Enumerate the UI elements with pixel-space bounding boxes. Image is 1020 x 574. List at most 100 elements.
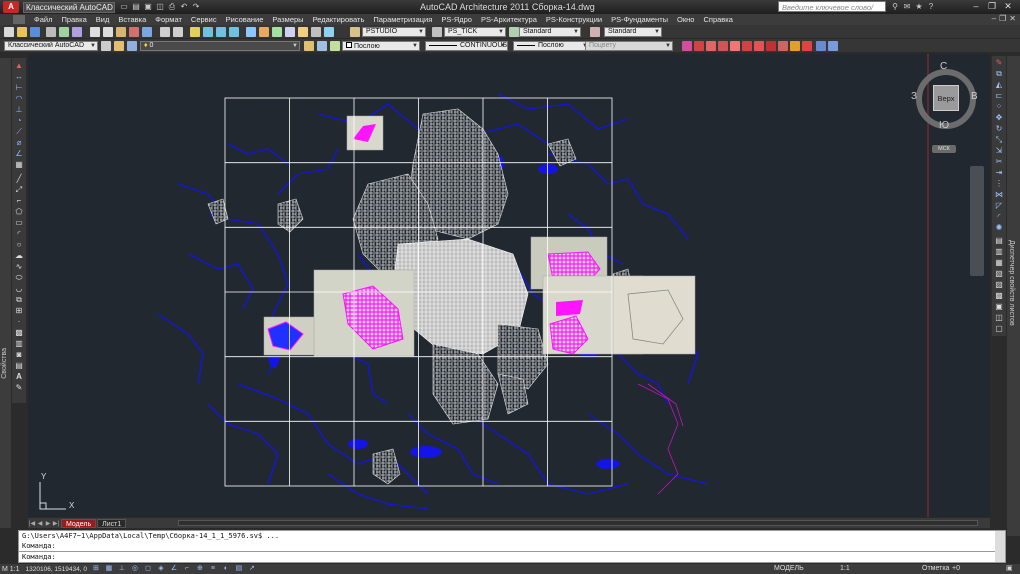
ducs-icon[interactable]: ⌐ <box>182 565 192 573</box>
layer-properties-icon[interactable] <box>114 41 124 51</box>
binoculars-icon[interactable]: ⚲ <box>890 1 900 12</box>
tab-sheet1[interactable]: Лист1 <box>97 518 127 528</box>
first-tab-icon[interactable]: |◀ <box>28 520 36 527</box>
zoom-realtime-icon[interactable] <box>203 27 213 37</box>
calculator-icon[interactable] <box>311 27 321 37</box>
make-block-icon[interactable]: ⊞ <box>14 306 24 315</box>
array-icon[interactable]: ⁘ <box>994 102 1004 111</box>
mtext-icon[interactable]: A <box>14 372 24 381</box>
save-icon[interactable]: ▣ <box>143 2 153 12</box>
table-style-select[interactable]: Standard ▼ <box>519 27 581 37</box>
help-icon[interactable]: ? <box>926 1 936 12</box>
mleader-style-select[interactable]: Standard ▼ <box>604 27 662 37</box>
dim-style-select[interactable]: PS_TICK ▼ <box>444 27 506 37</box>
text-style-icon[interactable] <box>350 27 360 37</box>
ortho-icon[interactable]: ⊥ <box>117 565 127 573</box>
text-style-select[interactable]: PSTUDIO ▼ <box>362 27 426 37</box>
save-file-icon[interactable] <box>30 27 40 37</box>
menu-help[interactable]: Справка <box>703 15 732 24</box>
tab-model[interactable]: Модель <box>61 518 97 528</box>
model-space-toggle[interactable]: МОДЕЛЬ <box>774 564 804 574</box>
gradient-icon[interactable]: ▥ <box>14 339 24 348</box>
ps-stair-icon[interactable] <box>766 41 776 51</box>
cut-icon[interactable] <box>90 27 100 37</box>
document-icon[interactable] <box>13 15 25 24</box>
menu-file[interactable]: Файл <box>34 15 52 24</box>
menu-ps-structures[interactable]: PS-Конструкции <box>546 15 602 24</box>
redo-toolbar-icon[interactable] <box>173 27 183 37</box>
diameter-icon[interactable]: ⌀ <box>14 138 24 147</box>
drawing-svg[interactable]: Y X <box>28 54 990 517</box>
communication-center-icon[interactable]: ✉ <box>902 1 912 12</box>
search-input[interactable]: Введите ключевое слово/фразу <box>778 1 886 23</box>
sheet-set-icon[interactable] <box>285 27 295 37</box>
ps-shn-icon[interactable] <box>816 41 826 51</box>
save-as-icon[interactable]: ◫ <box>155 2 165 12</box>
sheet-set-manager-label[interactable]: Диспетчер свойств листов <box>1008 240 1015 326</box>
favorites-icon[interactable]: ★ <box>914 1 924 12</box>
zoom-previous-icon[interactable] <box>229 27 239 37</box>
ps-door-icon[interactable] <box>742 41 752 51</box>
horizontal-scrollbar[interactable] <box>178 520 978 526</box>
dim-style-icon[interactable] <box>432 27 442 37</box>
ps-dim-icon[interactable] <box>828 41 838 51</box>
spline-icon[interactable]: ∿ <box>14 262 24 271</box>
3d-osnap-icon[interactable]: ◈ <box>156 565 166 573</box>
navigation-bar[interactable] <box>970 166 984 276</box>
layer-tool-icon[interactable]: ▤ <box>994 236 1004 245</box>
otrack-icon[interactable]: ∠ <box>169 565 179 573</box>
ps-roof-icon[interactable] <box>778 41 788 51</box>
layer-previous-icon[interactable] <box>317 41 327 51</box>
elevation-label[interactable]: Отметка <box>922 564 949 574</box>
compass-east[interactable]: В <box>971 91 978 102</box>
region-icon[interactable]: ◙ <box>14 350 24 359</box>
markup-icon[interactable] <box>298 27 308 37</box>
tool-palettes-icon[interactable] <box>272 27 282 37</box>
erase-icon[interactable]: ✎ <box>994 58 1004 67</box>
match-properties-icon[interactable] <box>129 27 139 37</box>
layer-freeze-icon[interactable]: ▧ <box>994 269 1004 278</box>
table-style-icon[interactable] <box>509 27 519 37</box>
mirror-icon[interactable]: ◭ <box>994 80 1004 89</box>
plot-icon[interactable] <box>46 27 56 37</box>
explode-icon[interactable]: ✺ <box>994 223 1004 232</box>
menu-ps-foundations[interactable]: PS-Фундаменты <box>611 15 668 24</box>
menu-insert[interactable]: Вставка <box>118 15 146 24</box>
last-tab-icon[interactable]: ▶| <box>52 520 60 527</box>
clean-screen-icon[interactable]: ▣ <box>1006 564 1013 574</box>
command-input[interactable]: Команда: <box>19 551 1005 561</box>
minimize-icon[interactable]: – <box>968 0 984 13</box>
layer-merge-icon[interactable]: ◫ <box>994 313 1004 322</box>
ps-window-icon[interactable] <box>754 41 764 51</box>
layer-lock-icon[interactable]: ▨ <box>994 280 1004 289</box>
ps-section-icon[interactable] <box>802 41 812 51</box>
doc-close-icon[interactable]: ✕ <box>1009 14 1016 23</box>
lineweight-select[interactable]: Послою▼ <box>513 41 590 51</box>
undo-toolbar-icon[interactable] <box>160 27 170 37</box>
layer-delete-icon[interactable]: ▢ <box>994 324 1004 333</box>
new-icon[interactable]: ▭ <box>119 2 129 12</box>
paste-icon[interactable] <box>116 27 126 37</box>
hatch-draw-icon[interactable]: ▩ <box>14 328 24 337</box>
layer-iso-icon[interactable] <box>330 41 340 51</box>
pan-icon[interactable] <box>190 27 200 37</box>
revcloud-icon[interactable]: ☁ <box>14 251 24 260</box>
trim-icon[interactable]: ✂ <box>994 157 1004 166</box>
workspace-dropdown[interactable]: Классический AutoCAD ▼ <box>4 41 98 51</box>
make-current-layer-icon[interactable] <box>304 41 314 51</box>
insert-block-icon[interactable]: ⧉ <box>14 295 24 304</box>
arc-icon[interactable]: ◜ <box>14 229 24 238</box>
plotstyle-select[interactable]: Поцвету ▼ <box>585 41 673 51</box>
coordinates-readout[interactable]: 1320106, 1519434, 0 <box>26 566 87 573</box>
offset-icon[interactable]: ⊏ <box>994 91 1004 100</box>
layer-states-icon[interactable] <box>127 41 137 51</box>
previous-tab-icon[interactable]: ◀ <box>36 520 44 527</box>
compass-north[interactable]: С <box>940 61 947 72</box>
elevation-value[interactable]: +0 <box>952 564 960 574</box>
maximize-icon[interactable]: ❐ <box>984 0 1000 13</box>
ellipse-icon[interactable]: ⬭ <box>14 273 24 282</box>
polar-icon[interactable]: ◎ <box>130 565 140 573</box>
menu-ps-core[interactable]: PS-Ядро <box>441 15 472 24</box>
menu-dimension[interactable]: Размеры <box>272 15 303 24</box>
menu-format[interactable]: Формат <box>155 15 182 24</box>
